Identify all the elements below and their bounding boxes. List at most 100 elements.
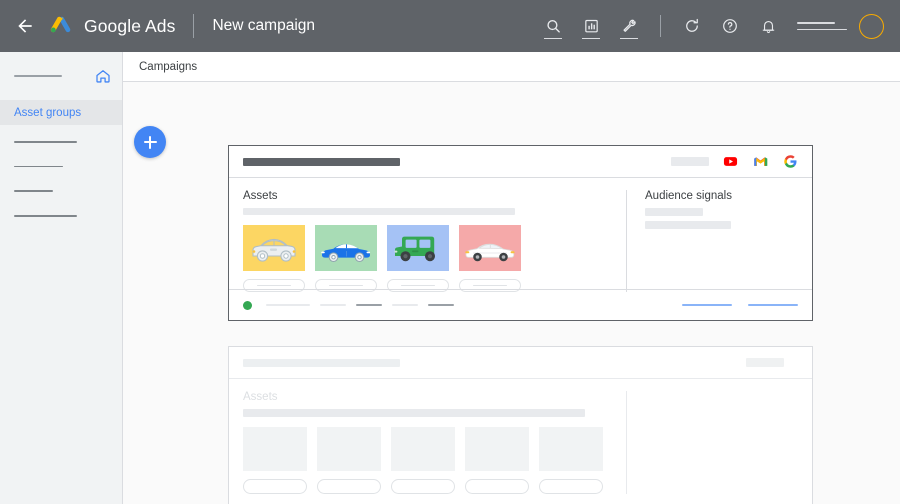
tools-icon (622, 19, 636, 32)
asset-pill-line (473, 284, 507, 287)
asset-pill-line (329, 284, 363, 287)
asset-thumbnails (243, 427, 614, 471)
search-icon-button[interactable] (538, 11, 568, 41)
asset-pill-line (257, 284, 291, 287)
card-body: Assets (229, 178, 812, 292)
asset-pill[interactable] (465, 479, 529, 494)
sidebar-item-placeholder[interactable] (14, 141, 77, 143)
topbar-divider-2 (660, 15, 661, 37)
footer-metric-line (266, 303, 310, 307)
help-icon-button[interactable] (715, 11, 745, 41)
sidebar-header (0, 64, 122, 88)
notifications-icon (762, 20, 774, 33)
asset-group-card[interactable]: Assets Audience signals (228, 145, 813, 321)
asset-placeholder[interactable] (317, 427, 381, 471)
assets-section-title: Assets (243, 190, 278, 202)
tab-campaigns[interactable]: Campaigns (139, 61, 197, 73)
sidebar-header-placeholder (14, 75, 62, 77)
gmail-logo (754, 157, 768, 166)
card-header (229, 347, 812, 379)
sidebar-item-placeholder[interactable] (14, 165, 63, 168)
gray-bubble-car-image (243, 225, 305, 271)
footer-metric-line (392, 303, 418, 307)
brand-name: Google Ads (84, 15, 176, 36)
asset-action-pills (243, 479, 614, 494)
add-asset-group-button[interactable] (134, 126, 166, 158)
sidebar-item-placeholder[interactable] (14, 215, 77, 217)
asset-pill[interactable] (539, 479, 603, 494)
reports-icon-button[interactable] (576, 11, 606, 41)
footer-actions (682, 303, 798, 307)
back-button[interactable] (10, 11, 40, 41)
asset-pill[interactable] (391, 479, 455, 494)
card-title-placeholder (243, 358, 400, 367)
home-icon[interactable] (94, 67, 112, 85)
car-thumbnail-pink[interactable] (459, 225, 521, 271)
audience-signals-title: Audience signals (645, 190, 732, 202)
account-selector[interactable] (797, 21, 847, 31)
avatar[interactable] (859, 13, 884, 39)
assets-section: Assets (243, 190, 626, 292)
asset-placeholder[interactable] (243, 427, 307, 471)
card-title-placeholder (243, 157, 400, 166)
footer-action-link[interactable] (748, 303, 798, 307)
help-icon (723, 19, 737, 33)
card-header-placeholder (671, 157, 709, 166)
account-line-2 (797, 28, 847, 31)
refresh-icon (686, 18, 698, 32)
asset-placeholder[interactable] (539, 427, 603, 471)
status-dot (243, 300, 252, 310)
asset-pill-line (401, 284, 435, 287)
footer-metric-line (356, 303, 382, 307)
notifications-icon-button[interactable] (753, 11, 783, 41)
assets-section-title: Assets (243, 391, 278, 403)
audience-signals-section (626, 391, 798, 494)
assets-section: Assets (243, 391, 626, 494)
google-ads-app: Google Ads New campaign Asset groups Cam… (0, 0, 900, 504)
asset-group-card-placeholder[interactable]: Assets (228, 346, 813, 504)
content-area: Campaigns Assets Audience signals Assets (123, 52, 900, 504)
sidebar-item-asset-groups[interactable]: Asset groups (0, 100, 122, 125)
card-body: Assets (229, 379, 812, 494)
assets-placeholder-bar (243, 409, 585, 417)
header-divider (193, 14, 195, 38)
asset-thumbnails (243, 225, 614, 271)
footer-action-link[interactable] (682, 303, 732, 307)
sidebar-item-placeholder[interactable] (14, 190, 53, 193)
refresh-icon-button[interactable] (677, 11, 707, 41)
footer-metric-line (320, 303, 346, 307)
car-thumbnail-yellow[interactable] (243, 225, 305, 271)
sidebar-nav-list (0, 125, 122, 217)
arrow-left-icon (18, 19, 32, 33)
app-body: Asset groups Campaigns Assets Audience s… (0, 52, 900, 504)
audience-placeholder-bar-2 (645, 221, 731, 229)
asset-pill[interactable] (317, 479, 381, 494)
channel-logos (723, 154, 798, 169)
green-suv-image (387, 225, 449, 271)
asset-pill[interactable] (243, 479, 307, 494)
car-thumbnail-blue[interactable] (387, 225, 449, 271)
tools-icon-button[interactable] (614, 11, 644, 41)
asset-placeholder[interactable] (465, 427, 529, 471)
plus-icon (143, 135, 157, 149)
google-ads-logo (50, 16, 71, 33)
campaign-canvas: Assets Audience signals Assets (123, 82, 900, 504)
sidebar-item-label: Asset groups (14, 106, 82, 119)
white-sedan-image (459, 225, 521, 271)
car-thumbnail-green[interactable] (315, 225, 377, 271)
top-bar: Google Ads New campaign (0, 0, 900, 52)
footer-metric-line (428, 303, 454, 307)
google-logo (784, 155, 797, 168)
tab-bar: Campaigns (123, 52, 900, 82)
card-header (229, 146, 812, 178)
assets-placeholder-bar (243, 208, 515, 215)
youtube-logo (723, 157, 738, 166)
search-icon (546, 19, 560, 33)
card-header-placeholder (746, 358, 784, 367)
sidebar: Asset groups (0, 52, 123, 504)
asset-placeholder[interactable] (391, 427, 455, 471)
reports-icon (584, 19, 598, 32)
audience-placeholder-bar-1 (645, 208, 703, 216)
page-subtitle: New campaign (212, 17, 316, 34)
account-line-1 (797, 21, 835, 24)
